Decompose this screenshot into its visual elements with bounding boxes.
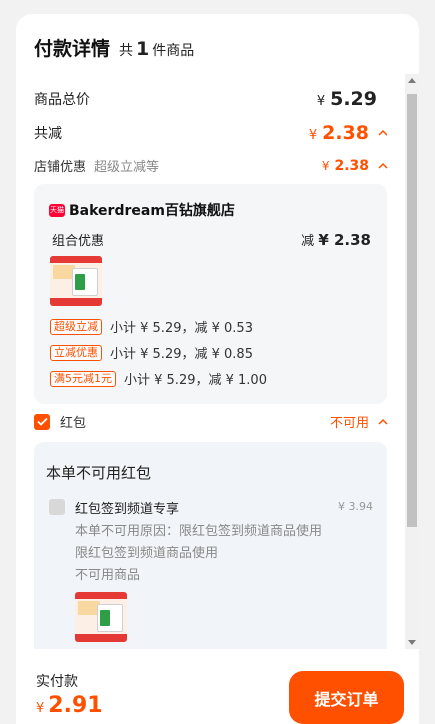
store-discount-label-group: 店铺优惠 超级立减等 [34, 156, 159, 175]
item-count-prefix: 共 [119, 43, 134, 59]
actual-payment-label: 实付款 [36, 674, 78, 690]
currency-symbol: ¥ [316, 94, 326, 109]
scrollbar-thumb[interactable] [407, 94, 417, 527]
currency-symbol: ¥ [321, 158, 330, 173]
store-header: 天猫 Bakerdream百钻旗舰店 [49, 200, 235, 220]
redpack-reason-detail: 限红包签到频道商品使用 [75, 546, 219, 561]
promo-tag: 立减优惠 [50, 344, 102, 361]
scrollbar[interactable] [405, 74, 419, 649]
payment-details-panel: 付款详情 共 1 件商品 商品总价 ¥ 5.29 共减 ¥ 2.38 店铺优惠 … [16, 14, 419, 724]
promo-text: 小计 ¥ 5.29，减 ¥ 0.85 [110, 347, 253, 362]
submit-order-button[interactable]: 提交订单 [289, 671, 404, 724]
redpack-label: 红包 [60, 416, 87, 431]
product-thumbnail[interactable] [75, 592, 127, 642]
item-count: 1 [136, 38, 150, 60]
promo-item: 超级立减 小计 ¥ 5.29，减 ¥ 0.53 [50, 317, 253, 336]
promo-tag: 超级立减 [50, 318, 102, 335]
redpack-checkbox[interactable] [34, 413, 50, 430]
redpack-item-amount: ¥ 3.94 [338, 500, 373, 513]
item-count-suffix: 件商品 [152, 43, 195, 59]
checkout-footer: 实付款 ¥ 2.91 提交订单 [16, 649, 419, 724]
redpack-item-checkbox [49, 499, 65, 515]
product-thumbnail[interactable] [50, 256, 102, 306]
total-price-label: 商品总价 [34, 92, 90, 108]
total-reduction-label: 共减 [34, 126, 62, 142]
combo-discount-prefix: 减 [301, 234, 315, 249]
chevron-up-icon[interactable] [377, 161, 389, 171]
total-reduction-row[interactable]: 共减 ¥ 2.38 [34, 122, 389, 144]
scroll-up-arrow-icon[interactable] [408, 78, 416, 83]
total-price-amount: 5.29 [330, 88, 377, 110]
store-discount-value: ¥ 2.38 [322, 158, 369, 174]
redpack-unavailable-box: 本单不可用红包 红包签到频道专享 ¥ 3.94 本单不可用原因：限红包签到频道商… [34, 442, 387, 649]
currency-symbol: ¥ [308, 128, 318, 143]
store-discount-label: 店铺优惠 [34, 160, 87, 175]
store-discount-sub: 超级立减等 [94, 160, 160, 175]
store-discount-amount: 2.38 [334, 157, 369, 174]
combo-discount-amount: ¥ 2.38 [318, 231, 371, 249]
actual-payment-value: ¥ 2.91 [36, 693, 103, 718]
store-name: Bakerdream百钻旗舰店 [69, 203, 235, 219]
details-scroll-area[interactable]: 商品总价 ¥ 5.29 共减 ¥ 2.38 店铺优惠 超级立减等 ¥ 2.38 … [16, 74, 419, 649]
total-price-value: ¥ 5.29 [317, 88, 377, 110]
promo-text: 小计 ¥ 5.29，减 ¥ 1.00 [124, 373, 267, 388]
page-title: 付款详情 [34, 38, 111, 60]
redpack-item-name: 红包签到频道专享 [75, 502, 180, 517]
tmall-logo-icon: 天猫 [49, 203, 65, 217]
promo-text: 小计 ¥ 5.29，减 ¥ 0.53 [110, 321, 253, 336]
store-discount-box: 天猫 Bakerdream百钻旗舰店 组合优惠 减 ¥ 2.38 超级立减 小计… [34, 184, 387, 404]
redpack-reason: 本单不可用原因：限红包签到频道商品使用 [75, 524, 323, 539]
promo-item: 满5元减1元 小计 ¥ 5.29，减 ¥ 1.00 [50, 369, 267, 388]
combo-discount-value: 减 ¥ 2.38 [301, 230, 371, 249]
chevron-up-icon[interactable] [377, 417, 389, 427]
combo-discount-label: 组合优惠 [52, 234, 105, 249]
store-discount-row[interactable]: 店铺优惠 超级立减等 ¥ 2.38 [34, 156, 389, 175]
checkmark-icon [36, 417, 48, 426]
total-price-row: 商品总价 ¥ 5.29 [34, 88, 389, 110]
actual-payment-amount: 2.91 [48, 693, 103, 718]
chevron-up-icon[interactable] [377, 128, 389, 138]
redpack-row[interactable]: 红包 不可用 [34, 412, 389, 431]
currency-symbol: ¥ [36, 701, 45, 716]
redpack-status: 不可用 [329, 416, 369, 431]
unavailable-products-label: 不可用商品 [75, 568, 141, 583]
promo-item: 立减优惠 小计 ¥ 5.29，减 ¥ 0.85 [50, 343, 253, 362]
total-reduction-value: ¥ 2.38 [309, 122, 369, 144]
promo-tag: 满5元减1元 [50, 370, 116, 387]
redpack-box-title: 本单不可用红包 [46, 464, 152, 482]
panel-header: 付款详情 共 1 件商品 [34, 34, 194, 61]
scroll-down-arrow-icon[interactable] [408, 640, 416, 645]
combo-discount-row: 组合优惠 减 ¥ 2.38 [52, 230, 371, 249]
total-reduction-amount: 2.38 [322, 122, 369, 144]
